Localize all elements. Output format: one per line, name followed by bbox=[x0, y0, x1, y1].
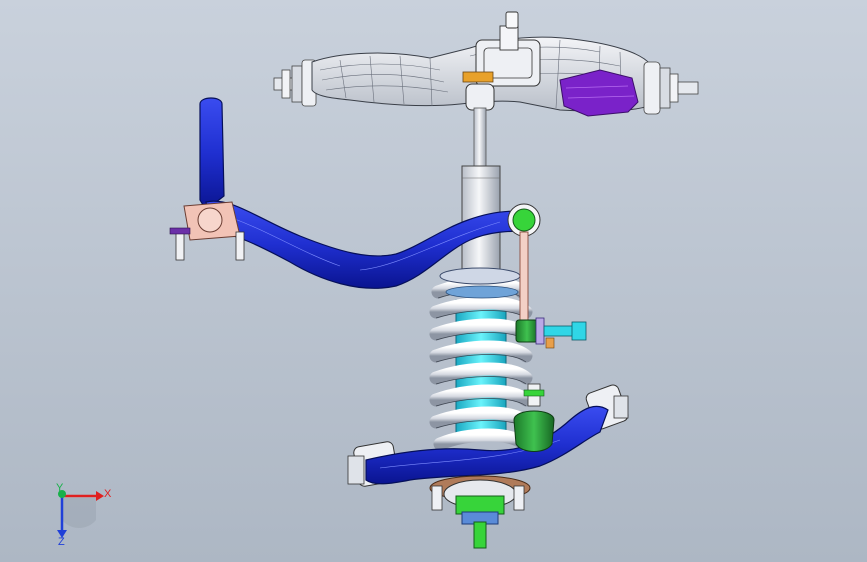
end-link-rod bbox=[519, 231, 529, 325]
cad-viewport[interactable]: X Y Z bbox=[0, 0, 867, 562]
piston-rod bbox=[473, 107, 487, 169]
purple-bump-stop bbox=[559, 69, 639, 117]
triad-x-label: X bbox=[104, 488, 112, 500]
orange-spacer bbox=[462, 71, 494, 83]
strut-upper-eye bbox=[465, 83, 495, 111]
stabilizer-bar-end bbox=[199, 97, 225, 211]
spring-seat bbox=[439, 267, 521, 285]
triad-z-label: Z bbox=[58, 536, 65, 548]
end-link-upper-joint[interactable] bbox=[507, 203, 541, 237]
triad-y-label: Y bbox=[56, 482, 64, 494]
top-nut bbox=[505, 11, 519, 29]
